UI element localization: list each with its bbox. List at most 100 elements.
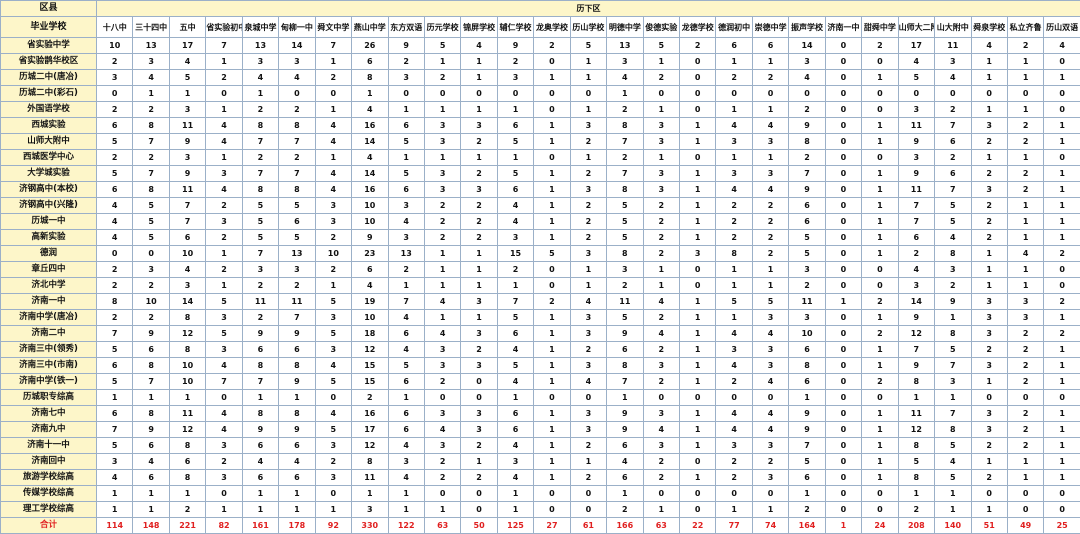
table-cell: 7 — [898, 342, 934, 358]
table-cell: 3 — [424, 438, 460, 454]
table-cell: 1 — [1007, 262, 1043, 278]
table-cell: 2 — [133, 310, 169, 326]
table-cell: 3 — [971, 358, 1007, 374]
table-cell: 2 — [242, 278, 278, 294]
table-cell: 1 — [534, 310, 570, 326]
table-cell: 4 — [242, 70, 278, 86]
table-cell: 2 — [607, 102, 643, 118]
table-cell: 0 — [1044, 150, 1080, 166]
table-cell: 1 — [570, 150, 606, 166]
table-cell: 5 — [97, 134, 133, 150]
school-name: 西城医学中心 — [1, 150, 97, 166]
table-cell: 2 — [570, 230, 606, 246]
table-cell: 3 — [570, 422, 606, 438]
table-cell: 4 — [752, 374, 788, 390]
table-cell: 6 — [789, 342, 825, 358]
total-cell: 22 — [680, 518, 716, 534]
table-cell: 9 — [242, 422, 278, 438]
table-cell: 2 — [497, 54, 533, 70]
table-cell: 3 — [570, 118, 606, 134]
table-cell: 0 — [680, 54, 716, 70]
table-cell: 3 — [461, 294, 497, 310]
table-cell: 2 — [279, 102, 315, 118]
table-cell: 1 — [789, 486, 825, 502]
table-cell: 3 — [206, 310, 242, 326]
table-cell: 9 — [789, 118, 825, 134]
table-cell: 4 — [424, 422, 460, 438]
table-cell: 4 — [607, 70, 643, 86]
table-cell: 0 — [279, 86, 315, 102]
table-cell: 1 — [643, 262, 679, 278]
table-cell: 2 — [971, 166, 1007, 182]
school-name: 省实验中学 — [1, 38, 97, 54]
table-cell: 10 — [352, 214, 388, 230]
table-cell: 1 — [862, 438, 898, 454]
table-cell: 4 — [752, 182, 788, 198]
table-cell: 16 — [352, 118, 388, 134]
table-cell: 1 — [680, 294, 716, 310]
table-cell: 1 — [133, 86, 169, 102]
table-cell: 0 — [825, 150, 861, 166]
table-cell: 1 — [497, 390, 533, 406]
table-cell: 3 — [752, 438, 788, 454]
table-cell: 1 — [716, 278, 752, 294]
column-header: 舜泉学校 — [971, 17, 1007, 38]
table-cell: 10 — [97, 38, 133, 54]
table-cell: 4 — [388, 470, 424, 486]
table-cell: 1 — [1044, 470, 1080, 486]
table-cell: 4 — [133, 454, 169, 470]
table-cell: 1 — [497, 486, 533, 502]
table-cell: 8 — [935, 326, 971, 342]
table-cell: 3 — [388, 70, 424, 86]
table-cell: 9 — [607, 406, 643, 422]
table-cell: 1 — [534, 118, 570, 134]
table-cell: 6 — [497, 118, 533, 134]
table-cell: 3 — [461, 422, 497, 438]
total-cell: 51 — [971, 518, 1007, 534]
table-cell: 0 — [1044, 390, 1080, 406]
table-cell: 6 — [607, 342, 643, 358]
table-cell: 3 — [169, 102, 205, 118]
table-cell: 8 — [133, 118, 169, 134]
table-cell: 1 — [680, 438, 716, 454]
table-cell: 0 — [825, 230, 861, 246]
table-cell: 0 — [862, 390, 898, 406]
table-cell: 4 — [935, 230, 971, 246]
table-cell: 4 — [497, 198, 533, 214]
table-cell: 5 — [97, 438, 133, 454]
table-cell: 8 — [133, 358, 169, 374]
table-cell: 6 — [279, 438, 315, 454]
table-cell: 3 — [971, 182, 1007, 198]
table-cell: 11 — [279, 294, 315, 310]
table-cell: 1 — [169, 86, 205, 102]
region-label: 区县 — [1, 1, 97, 17]
table-cell: 3 — [424, 406, 460, 422]
table-cell: 1 — [133, 486, 169, 502]
table-cell: 2 — [206, 198, 242, 214]
table-cell: 0 — [206, 86, 242, 102]
table-cell: 1 — [534, 326, 570, 342]
table-cell: 4 — [315, 134, 351, 150]
table-cell: 4 — [716, 182, 752, 198]
table-cell: 3 — [752, 342, 788, 358]
table-cell: 0 — [825, 374, 861, 390]
table-cell: 0 — [461, 86, 497, 102]
table-cell: 1 — [424, 502, 460, 518]
school-name: 历城二中(唐冶) — [1, 70, 97, 86]
table-cell: 0 — [534, 502, 570, 518]
table-cell: 1 — [862, 134, 898, 150]
table-cell: 6 — [607, 438, 643, 454]
table-cell: 4 — [97, 198, 133, 214]
table-cell: 1 — [534, 342, 570, 358]
table-cell: 7 — [607, 134, 643, 150]
table-cell: 5 — [607, 310, 643, 326]
table-cell: 9 — [935, 294, 971, 310]
table-cell: 0 — [206, 390, 242, 406]
column-header: 五中 — [169, 17, 205, 38]
table-cell: 12 — [352, 438, 388, 454]
school-name: 传媒学校综高 — [1, 486, 97, 502]
table-cell: 2 — [315, 230, 351, 246]
table-cell: 0 — [825, 214, 861, 230]
table-cell: 2 — [716, 70, 752, 86]
table-cell: 1 — [315, 54, 351, 70]
